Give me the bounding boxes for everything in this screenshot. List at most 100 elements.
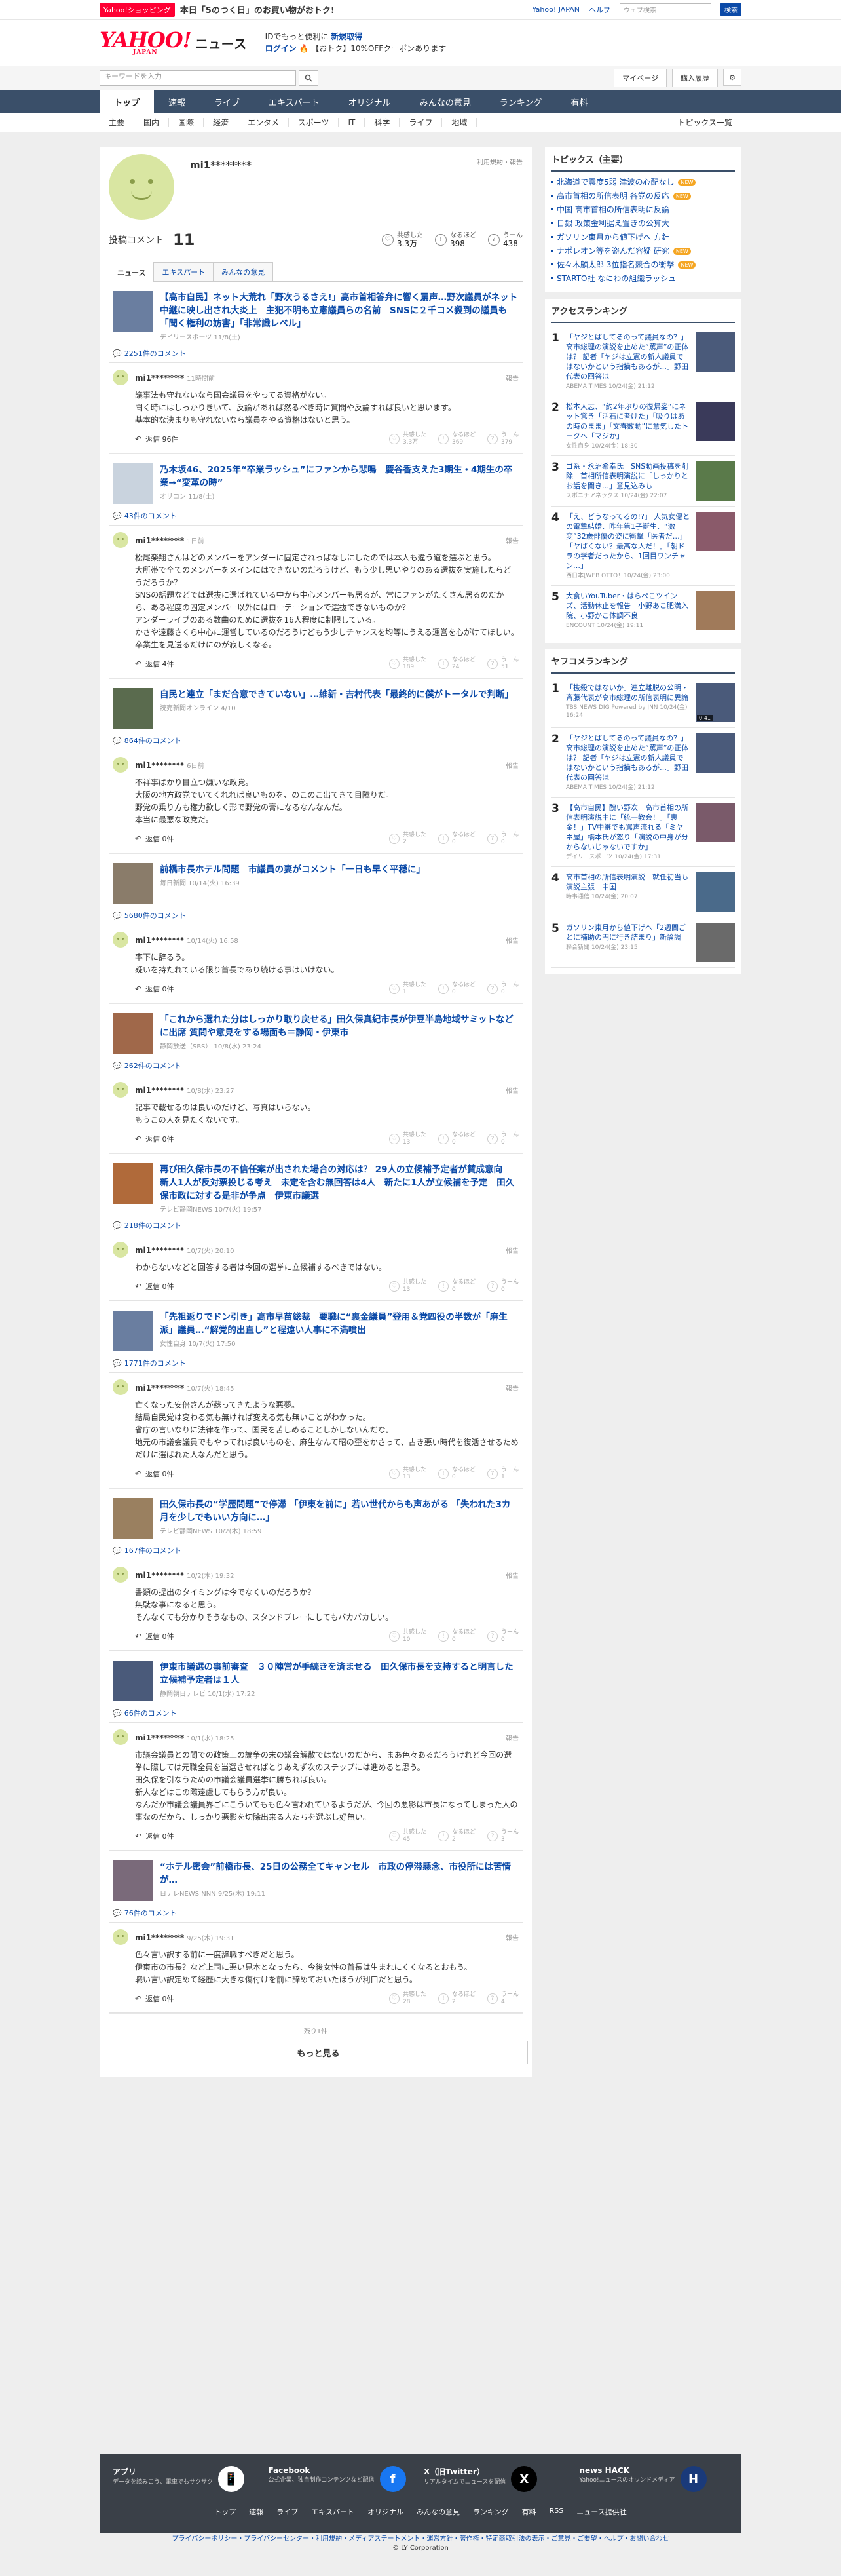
article-link[interactable]: 再び田久保市長の不信任案が出された場合の対応は？ 29人の立候補予定者が賛成意向… <box>109 1163 523 1214</box>
hmm-button[interactable]: ? うーん 4 <box>487 1991 519 2006</box>
ranking-title[interactable]: 「え、どうなってるの!?」 人気女優との電撃結婚、昨年第1子誕生、“激変”32歳… <box>566 512 690 571</box>
reply-button[interactable]: ↶ 返信 4件 <box>135 659 174 669</box>
category-8[interactable]: ライフ <box>400 117 443 127</box>
article-title[interactable]: 「先祖返りでドン引き」高市早苗総裁 要職に“裏金議員”登用＆党四役の半数が「麻生… <box>160 1311 519 1337</box>
reply-button[interactable]: ↶ 返信 0件 <box>135 1993 174 2004</box>
settings-button[interactable]: ⚙ <box>723 69 741 86</box>
comment-user[interactable]: mi1******** 10/7(火) 20:10 <box>135 1245 234 1255</box>
coupon-text[interactable]: 【おトク】10%OFFクーポンあります <box>311 44 446 53</box>
ranking-title[interactable]: 松本人志、“約2年ぶりの復帰姿”にネット驚き「活石に者けた」「吸りはあの時のまま… <box>566 402 690 441</box>
ranking-title[interactable]: ゴ系・永沼希幸氏 SNS動画投稿を削除 首相所信表明演説に「しっかりとお話を聞き… <box>566 461 690 491</box>
topic-title[interactable]: 北海道で震度5弱 津波の心配なし <box>557 178 674 187</box>
hmm-button[interactable]: ? うーん 51 <box>487 657 519 671</box>
profile-links[interactable]: 利用規約・報告 <box>477 157 523 166</box>
nav-7[interactable]: 有料 <box>556 90 602 113</box>
search-button[interactable] <box>299 70 318 86</box>
hmm-button[interactable]: ? うーん 0 <box>487 832 519 846</box>
empathy-button[interactable]: ♡ 共感した 1 <box>388 982 426 996</box>
ranking-item[interactable]: 3 【高市自民】醜い野次 高市首相の所信表明演説中に「統一教会！」「裏金！」TV中… <box>551 798 735 867</box>
footer-nav-3[interactable]: エキスパート <box>311 2507 354 2517</box>
category-3[interactable]: 経済 <box>204 117 239 127</box>
web-search-input[interactable]: ウェブ検索 <box>620 3 711 16</box>
report-link[interactable]: 報告 <box>506 1245 519 1255</box>
insight-button[interactable]: ! なるほど 2 <box>438 1991 476 2006</box>
hmm-button[interactable]: ? うーん 0 <box>487 1629 519 1644</box>
tab-news[interactable]: ニュース <box>109 263 155 282</box>
article-title[interactable]: 自民と連立「まだ合意できていない」…維新・吉村代表「最終的に僕がトータルで判断」 <box>160 688 514 701</box>
web-search-button[interactable]: 検索 <box>720 3 741 16</box>
article-link[interactable]: 伊東市議選の事前審査 ３０陣営が手続きを済ませる 田久保市長を支持すると明言した… <box>109 1661 523 1701</box>
ranking-item[interactable]: 3 ゴ系・永沼希幸氏 SNS動画投稿を削除 首相所信表明演説に「しっかりとお話を聞… <box>551 456 735 507</box>
topic-title[interactable]: STARTO社 なにわの組織ラッシュ <box>557 274 676 284</box>
article-title[interactable]: 【高市自民】ネット大荒れ「野次うるさえ!」高市首相答弁に響く罵声…野次議員がネッ… <box>160 291 519 330</box>
category-1[interactable]: 国内 <box>134 117 170 127</box>
register-link[interactable]: 新規取得 <box>331 32 362 41</box>
shopping-badge[interactable]: Yahoo!ショッピング <box>100 2 175 17</box>
footer-nav-4[interactable]: オリジナル <box>367 2507 403 2517</box>
topic-item[interactable]: 日銀 政策金利据え置きの公算大 <box>551 217 735 231</box>
insight-button[interactable]: ! なるほど 369 <box>438 432 476 446</box>
hmm-button[interactable]: ? うーん 0 <box>487 1132 519 1146</box>
ranking-title[interactable]: 【高市自民】醜い野次 高市首相の所信表明演説中に「統一教会！」「裏金！」TV中継… <box>566 803 690 852</box>
report-link[interactable]: 報告 <box>506 1085 519 1095</box>
mypage-button[interactable]: マイページ <box>614 69 667 87</box>
comment-user[interactable]: mi1******** 10/8(水) 23:27 <box>135 1085 234 1095</box>
article-title[interactable]: 伊東市議選の事前審査 ３０陣営が手続きを済ませる 田久保市長を支持すると明言した… <box>160 1661 519 1687</box>
ranking-item[interactable]: 4 高市首相の所信表明演説 就任初当も演説主張 中国 時事通信 10/24(金) 2… <box>551 867 735 917</box>
report-link[interactable]: 報告 <box>506 1932 519 1942</box>
footer-nav-0[interactable]: トップ <box>214 2507 236 2517</box>
topic-title[interactable]: 佐々木麟太郎 3位指名競合の衝撃 <box>557 260 674 270</box>
comment-count-link[interactable]: 💬 262件のコメント <box>109 1060 523 1071</box>
insight-button[interactable]: ! なるほど 0 <box>438 982 476 996</box>
empathy-button[interactable]: ♡ 共感した 189 <box>388 657 426 671</box>
category-9[interactable]: 地域 <box>442 117 477 127</box>
ranking-title[interactable]: 高市首相の所信表明演説 就任初当も演説主張 中国 <box>566 872 690 892</box>
topic-item[interactable]: 佐々木麟太郎 3位指名競合の衝撃 NEW <box>551 258 735 272</box>
ranking-title[interactable]: 大食いYouTuber・はらぺこツインズ、活動休止を報告 小野あこ肥満入院、小野… <box>566 591 690 621</box>
topic-item[interactable]: STARTO社 なにわの組織ラッシュ <box>551 272 735 286</box>
article-title[interactable]: “ホテル密会”前橋市長、25日の公務全てキャンセル 市政の停滞懸念、市役所には苦… <box>160 1860 519 1887</box>
comment-user[interactable]: mi1******** 10/7(火) 18:45 <box>135 1383 234 1393</box>
topic-title[interactable]: ナポレオン等を盗んだ容疑 研究 <box>557 246 669 256</box>
comment-count-link[interactable]: 💬 5680件のコメント <box>109 910 523 921</box>
article-link[interactable]: 乃木坂46、2025年“卒業ラッシュ”にファンから悲鳴 慶谷香支えた3期生・4期… <box>109 463 523 504</box>
ranking-item[interactable]: 1 「抜殺ではないか」連立離脱の公明・斉藤代表が高市総理の所信表明に異論 TBS N… <box>551 678 735 728</box>
topic-item[interactable]: ナポレオン等を盗んだ容疑 研究 NEW <box>551 244 735 258</box>
article-link[interactable]: 【高市自民】ネット大荒れ「野次うるさえ!」高市首相答弁に響く罵声…野次議員がネッ… <box>109 291 523 341</box>
footer-app-1[interactable]: Facebook 公式企業、独自制作コンテンツなど配信 f <box>269 2466 418 2503</box>
comment-count-link[interactable]: 💬 218件のコメント <box>109 1220 523 1231</box>
category-2[interactable]: 国際 <box>169 117 204 127</box>
empathy-button[interactable]: ♡ 共感した 3.3万 <box>388 432 426 446</box>
topic-item[interactable]: 高市首相の所信表明 各党の反応 NEW <box>551 189 735 203</box>
reply-button[interactable]: ↶ 返信 96件 <box>135 434 179 444</box>
insight-button[interactable]: ! なるほど 24 <box>438 657 476 671</box>
insight-button[interactable]: ! なるほど 2 <box>438 1829 476 1843</box>
hmm-button[interactable]: ? うーん 3 <box>487 1829 519 1843</box>
comment-count-link[interactable]: 💬 864件のコメント <box>109 735 523 746</box>
article-title[interactable]: 乃木坂46、2025年“卒業ラッシュ”にファンから悲鳴 慶谷香支えた3期生・4期… <box>160 463 519 490</box>
purchase-history-button[interactable]: 購入履歴 <box>672 69 718 87</box>
help-link[interactable]: ヘルプ <box>589 5 610 15</box>
reply-button[interactable]: ↶ 返信 0件 <box>135 834 174 844</box>
nav-0[interactable]: トップ <box>100 90 155 113</box>
hmm-button[interactable]: ? うーん 0 <box>487 1279 519 1294</box>
insight-button[interactable]: ! なるほど 0 <box>438 1279 476 1294</box>
article-link[interactable]: 自民と連立「まだ合意できていない」…維新・吉村代表「最終的に僕がトータルで判断」… <box>109 688 523 729</box>
footer-nav-7[interactable]: 有料 <box>522 2507 536 2517</box>
footer-app-0[interactable]: アプリ データを読みこう、電車でもサクサク 📱 <box>113 2466 262 2503</box>
ranking-title[interactable]: 「ヤジとばしてるのって議員なの？」高市総理の演説を止めた“罵声”の正体は？ 記者… <box>566 332 690 381</box>
report-link[interactable]: 報告 <box>506 1383 519 1393</box>
ranking-title[interactable]: 「抜殺ではないか」連立離脱の公明・斉藤代表が高市総理の所信表明に異論 <box>566 683 690 702</box>
comment-count-link[interactable]: 💬 167件のコメント <box>109 1545 523 1556</box>
ranking-item[interactable]: 2 松本人志、“約2年ぶりの復帰姿”にネット驚き「活石に者けた」「吸りはあの時のま… <box>551 396 735 456</box>
comment-count-link[interactable]: 💬 76件のコメント <box>109 1908 523 1918</box>
load-more-button[interactable]: もっと見る <box>109 2041 528 2064</box>
news-logo[interactable]: ニュース <box>195 33 247 52</box>
comment-count-link[interactable]: 💬 43件のコメント <box>109 510 523 521</box>
keyword-input[interactable]: キーワードを入力 <box>100 70 296 86</box>
comment-user[interactable]: mi1******** 10/2(木) 19:32 <box>135 1570 234 1580</box>
comment-count-link[interactable]: 💬 2251件のコメント <box>109 348 523 358</box>
article-link[interactable]: 「先祖返りでドン引き」高市早苗総裁 要職に“裏金議員”登用＆党四役の半数が「麻生… <box>109 1311 523 1351</box>
insight-button[interactable]: ! なるほど 0 <box>438 832 476 846</box>
tab-opinions[interactable]: みんなの意見 <box>213 262 274 281</box>
